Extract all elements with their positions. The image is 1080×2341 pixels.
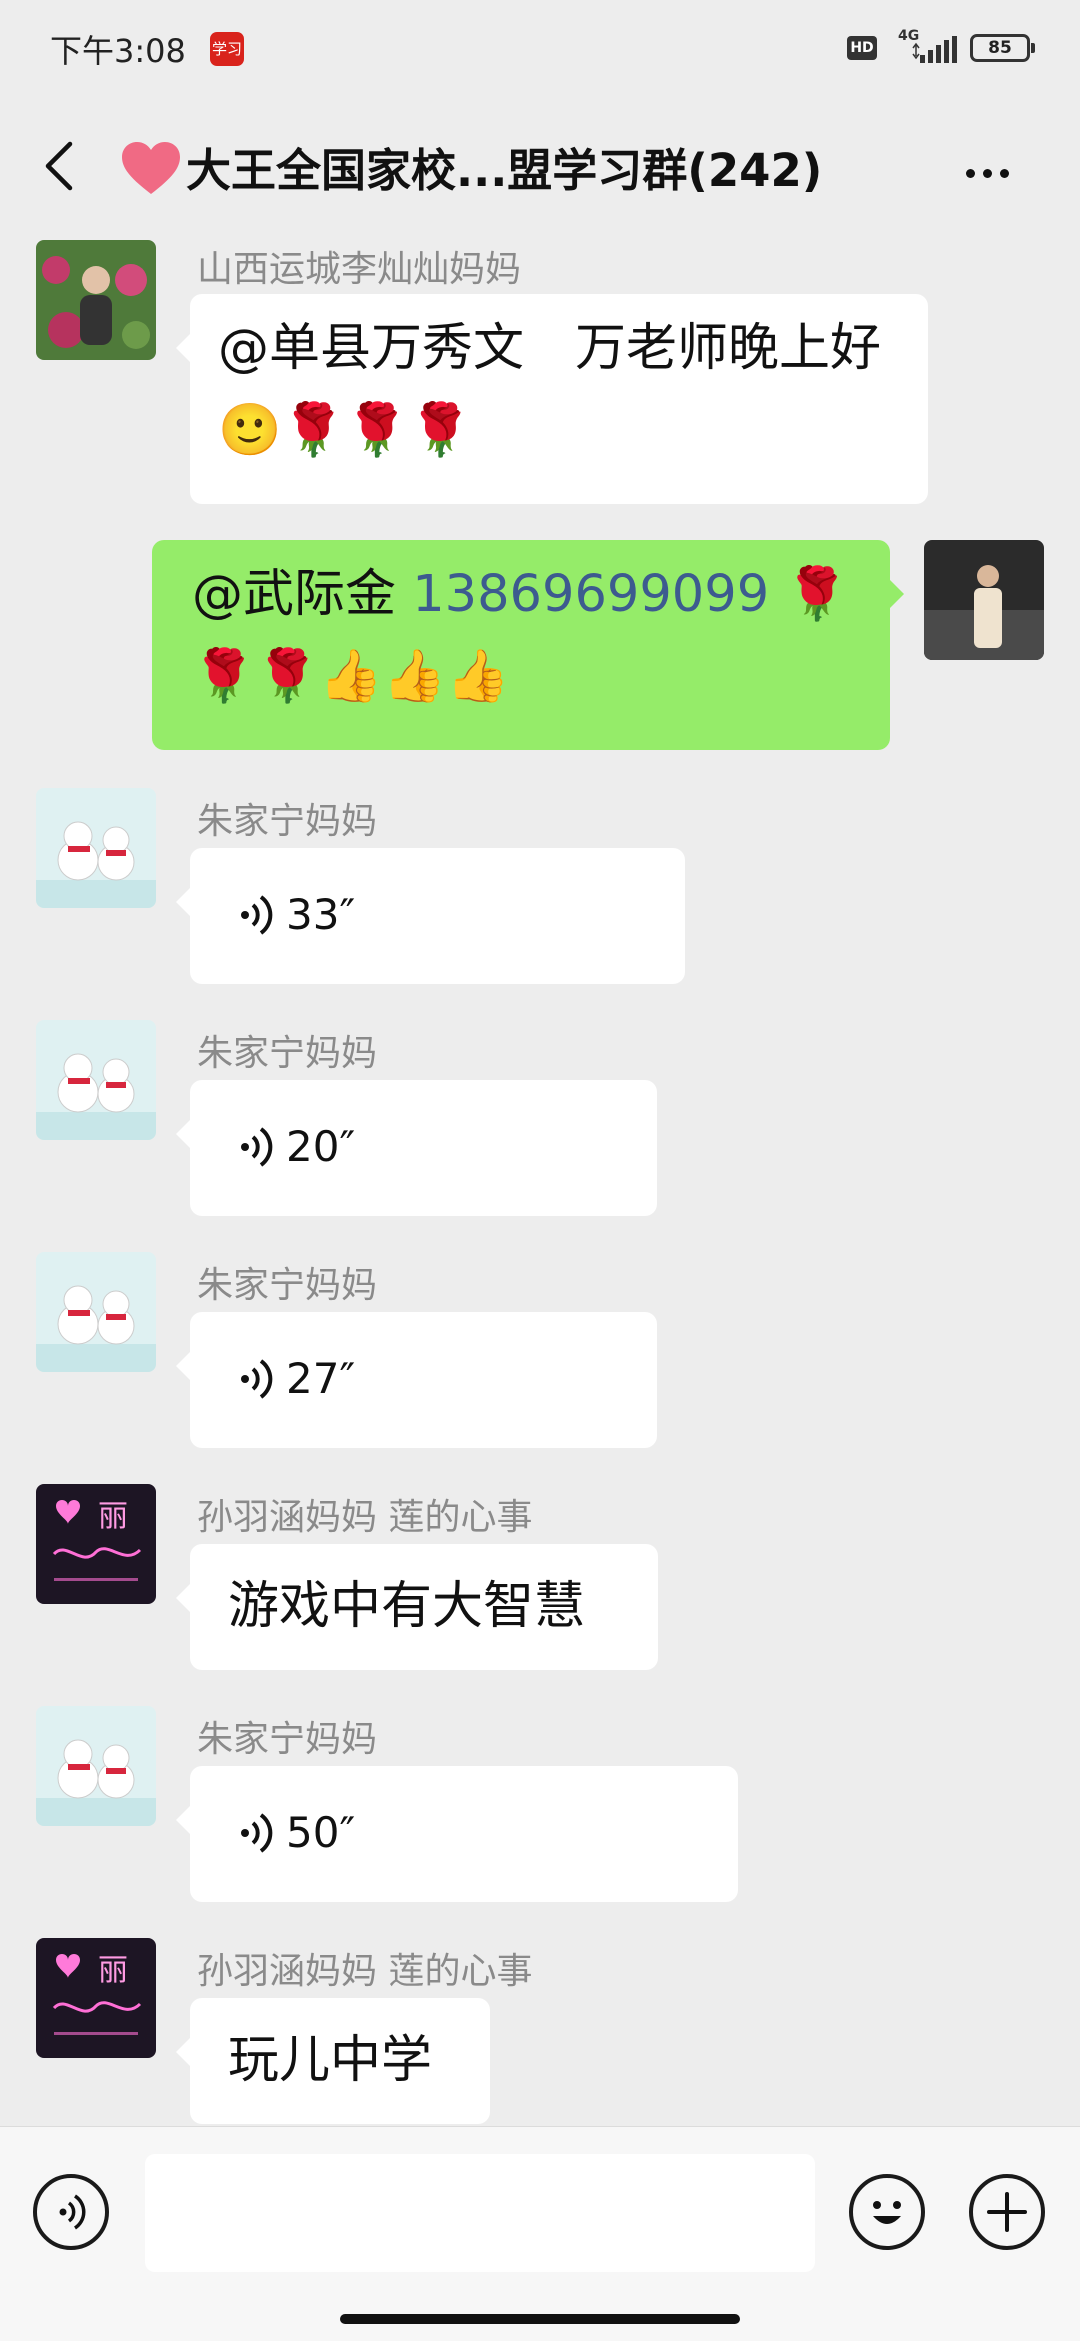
home-indicator[interactable] [340, 2314, 740, 2324]
avatar[interactable] [36, 1020, 156, 1140]
avatar[interactable]: 丽 [36, 1484, 156, 1604]
avatar[interactable] [36, 1252, 156, 1372]
emoji-icon[interactable] [849, 2174, 925, 2250]
avatar-glyph: 丽 [98, 1953, 128, 1988]
sender-name: 朱家宁妈妈 [197, 1719, 378, 1760]
sender-name: 朱家宁妈妈 [197, 801, 378, 842]
more-dots-icon[interactable] [966, 163, 1017, 182]
message-text: @单县万秀文 万老师晚上好 🙂🌹🌹🌹 [218, 319, 882, 460]
avatar[interactable] [924, 540, 1044, 660]
heart-icon [122, 142, 180, 194]
message-bubble[interactable]: 游戏中有大智慧 [176, 1544, 658, 1670]
app-notification-icon: 学习 [210, 32, 244, 66]
chat-title-text: 大王全国家校...盟学习群(242) [186, 144, 823, 197]
mention-text: @武际金 [192, 565, 413, 624]
avatar[interactable] [36, 1706, 156, 1826]
plus-icon[interactable] [969, 2174, 1045, 2250]
phone-link[interactable]: 13869699099 [412, 565, 769, 624]
voice-wave-icon [241, 1359, 273, 1399]
voice-wave-icon [241, 1127, 273, 1167]
sender-name: 孙羽涵妈妈 莲的心事 [197, 1951, 533, 1992]
hd-icon: HD [847, 36, 877, 60]
message-text: 游戏中有大智慧 [228, 1577, 586, 1636]
chevron-left-icon[interactable] [40, 136, 80, 196]
sender-name: 朱家宁妈妈 [197, 1265, 378, 1306]
status-bar: 下午3:08 学习 HD 4G 85 [0, 0, 1080, 96]
voice-duration: 33″ [286, 890, 356, 939]
message-bubble[interactable]: 玩儿中学 [176, 1998, 490, 2124]
chat-title[interactable]: 大王全国家校...盟学习群(242) [120, 134, 822, 199]
avatar-glyph: 丽 [98, 1499, 128, 1534]
voice-duration: 50″ [286, 1808, 356, 1857]
avatar[interactable] [36, 240, 156, 360]
sender-name: 朱家宁妈妈 [197, 1033, 378, 1074]
signal-icon [912, 36, 957, 63]
message-list[interactable]: 山西运城李灿灿妈妈 @单县万秀文 万老师晚上好 🙂🌹🌹🌹 @武际金 138696… [0, 236, 1080, 2126]
voice-icon[interactable] [33, 2174, 109, 2250]
status-time: 下午3:08 [50, 32, 186, 70]
message-bubble[interactable]: @武际金 13869699099 🌹🌹🌹👍👍👍 [152, 540, 904, 750]
message-input[interactable] [145, 2154, 815, 2272]
voice-message[interactable]: 33″ [176, 848, 685, 984]
voice-duration: 20″ [286, 1122, 356, 1171]
voice-wave-icon [241, 895, 273, 935]
voice-message[interactable]: 50″ [176, 1766, 738, 1902]
chat-header: 大王全国家校...盟学习群(242) [0, 96, 1080, 236]
message-bubble[interactable]: @单县万秀文 万老师晚上好 🙂🌹🌹🌹 [176, 294, 928, 504]
voice-wave-icon [241, 1813, 273, 1853]
sender-name: 孙羽涵妈妈 莲的心事 [197, 1497, 533, 1538]
message-text: 玩儿中学 [228, 2031, 433, 2090]
sender-name: 山西运城李灿灿妈妈 [197, 249, 522, 290]
input-bar [0, 2126, 1080, 2341]
avatar[interactable]: 丽 [36, 1938, 156, 2058]
battery-icon: 85 [970, 34, 1035, 62]
voice-message[interactable]: 27″ [176, 1312, 657, 1448]
voice-duration: 27″ [286, 1354, 356, 1403]
voice-message[interactable]: 20″ [176, 1080, 657, 1216]
avatar[interactable] [36, 788, 156, 908]
